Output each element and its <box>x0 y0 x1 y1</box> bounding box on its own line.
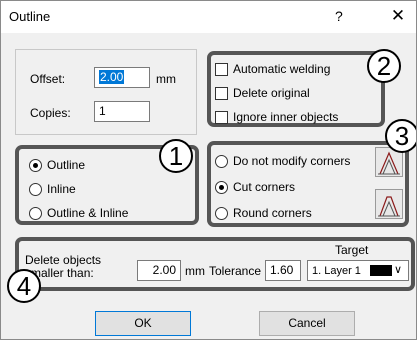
target-label: Target <box>335 243 369 257</box>
ok-button[interactable]: OK <box>95 311 191 336</box>
delete-objects-group: Delete objects smaller than: 2.00 mm Tol… <box>15 237 415 291</box>
tolerance-value: 1.60 <box>270 263 294 277</box>
radio-outline-inline-button[interactable] <box>29 207 42 220</box>
offset-label: Offset: <box>30 72 66 86</box>
radio-inline-button[interactable] <box>29 183 42 196</box>
target-select[interactable]: 1. Layer 1 ∨ <box>307 260 409 281</box>
cancel-button[interactable]: Cancel <box>259 311 355 336</box>
radio-cut-corners-label: Cut corners <box>233 180 296 194</box>
window-title: Outline <box>9 9 51 24</box>
layer-color-swatch <box>370 265 392 276</box>
automatic-welding-checkbox[interactable]: Automatic welding <box>215 61 383 79</box>
radio-cut-corners[interactable]: Cut corners <box>215 179 371 197</box>
outline-dialog: Outline ? ✕ Offset: 2.00 mm Copies: 1 Au… <box>0 0 417 340</box>
callout-badge-4: 4 <box>7 269 41 303</box>
ignore-inner-objects-box[interactable] <box>215 111 228 124</box>
ignore-inner-objects-checkbox[interactable]: Ignore inner objects <box>215 109 383 127</box>
radio-outline-inline[interactable]: Outline & Inline <box>29 205 189 223</box>
delete-original-box[interactable] <box>215 87 228 100</box>
radio-round-corners-label: Round corners <box>233 206 312 220</box>
radio-do-not-modify-button[interactable] <box>215 155 228 168</box>
offset-panel: Offset: 2.00 mm Copies: 1 <box>15 49 197 135</box>
delete-size-input[interactable]: 2.00 <box>137 260 181 281</box>
radio-outline-inline-label: Outline & Inline <box>47 206 129 220</box>
delete-objects-label: Delete objects <box>25 253 102 267</box>
radio-outline-button[interactable] <box>29 159 42 172</box>
radio-do-not-modify-corners[interactable]: Do not modify corners <box>215 153 371 171</box>
delete-original-checkbox[interactable]: Delete original <box>215 85 383 103</box>
target-value: 1. Layer 1 <box>312 265 361 277</box>
ignore-inner-objects-label: Ignore inner objects <box>233 110 339 124</box>
title-bar: Outline ? ✕ <box>1 1 416 33</box>
options-group: Automatic welding Delete original Ignore… <box>207 51 385 127</box>
delete-size-value: 2.00 <box>152 263 176 277</box>
cut-corner-preview-icon <box>375 189 403 219</box>
tolerance-label: Tolerance <box>209 264 262 278</box>
radio-cut-corners-button[interactable] <box>215 181 228 194</box>
offset-value: 2.00 <box>99 70 125 84</box>
copies-input[interactable]: 1 <box>94 101 150 122</box>
delete-size-unit: mm <box>185 264 205 278</box>
offset-unit: mm <box>156 72 176 86</box>
radio-inline[interactable]: Inline <box>29 181 169 199</box>
radio-inline-label: Inline <box>47 182 76 196</box>
close-button[interactable]: ✕ <box>383 4 413 28</box>
callout-badge-2: 2 <box>367 49 401 83</box>
radio-round-corners-button[interactable] <box>215 207 228 220</box>
copies-value: 1 <box>99 104 106 118</box>
callout-badge-3: 3 <box>385 119 416 153</box>
callout-badge-1: 1 <box>159 139 193 173</box>
chevron-down-icon[interactable]: ∨ <box>394 263 402 278</box>
radio-do-not-modify-label: Do not modify corners <box>233 154 351 168</box>
radio-outline-label: Outline <box>47 158 86 172</box>
corners-group: Do not modify corners Cut corners Round … <box>207 141 409 227</box>
tolerance-input[interactable]: 1.60 <box>265 260 301 281</box>
radio-round-corners[interactable]: Round corners <box>215 205 371 223</box>
radio-outline[interactable]: Outline <box>29 157 169 175</box>
automatic-welding-label: Automatic welding <box>233 62 331 76</box>
automatic-welding-box[interactable] <box>215 63 228 76</box>
delete-original-label: Delete original <box>233 86 310 100</box>
copies-label: Copies: <box>30 106 71 120</box>
help-button[interactable]: ? <box>335 8 343 24</box>
offset-input[interactable]: 2.00 <box>94 67 150 88</box>
